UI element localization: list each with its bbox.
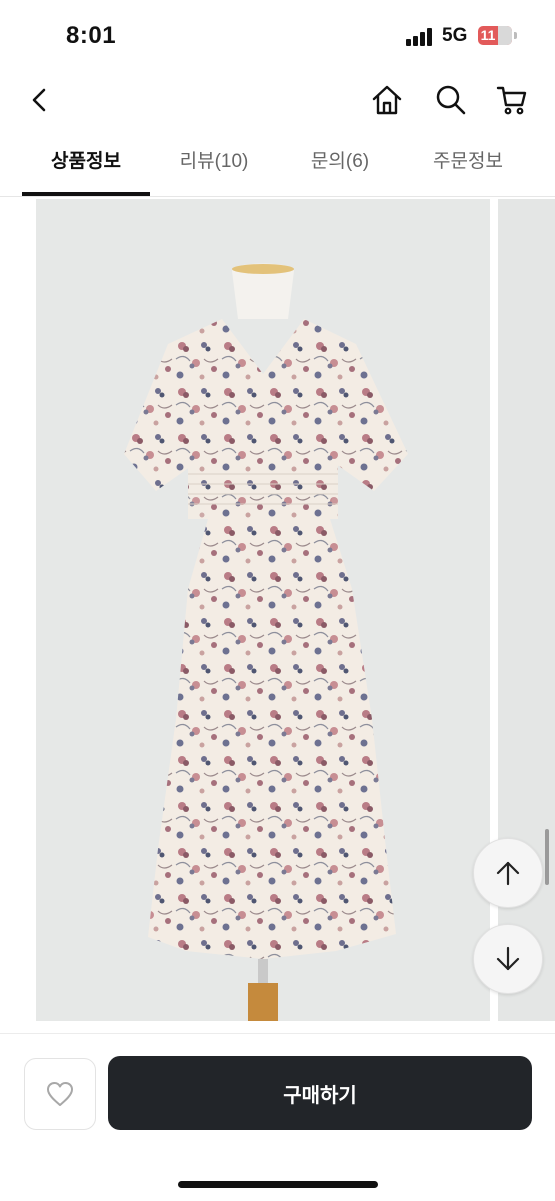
- status-bar: 8:01 5G 11: [0, 0, 555, 70]
- tab-reviews[interactable]: 리뷰(10): [152, 130, 276, 196]
- tab-product-info[interactable]: 상품정보: [22, 130, 150, 196]
- signal-icon: [406, 28, 436, 46]
- arrow-down-icon: [496, 946, 520, 971]
- scroll-up-button[interactable]: [473, 838, 543, 908]
- cart-icon: [496, 86, 527, 115]
- home-button[interactable]: [365, 78, 409, 122]
- scroll-down-button[interactable]: [473, 924, 543, 994]
- back-button[interactable]: [18, 78, 62, 122]
- chevron-left-icon: [32, 88, 46, 112]
- search-button[interactable]: [429, 78, 473, 122]
- scrollbar-thumb[interactable]: [545, 829, 549, 885]
- tab-inquiries[interactable]: 문의(6): [280, 130, 400, 196]
- battery-cap: [514, 32, 517, 39]
- tab-order-info[interactable]: 주문정보: [404, 130, 532, 196]
- search-icon: [436, 85, 466, 115]
- heart-icon: [47, 1082, 73, 1106]
- active-tab-indicator: [22, 192, 150, 196]
- network-label: 5G: [442, 25, 468, 46]
- arrow-up-icon: [496, 861, 520, 886]
- bottom-action-bar: 구매하기: [0, 1033, 555, 1201]
- buy-button[interactable]: 구매하기: [108, 1056, 532, 1130]
- status-time: 8:01: [66, 22, 117, 49]
- home-indicator: [178, 1181, 378, 1188]
- home-icon: [372, 85, 402, 115]
- like-button[interactable]: [24, 1058, 96, 1130]
- battery-icon: 11: [478, 26, 512, 45]
- product-image-carousel[interactable]: [0, 197, 555, 1023]
- product-image[interactable]: [36, 199, 490, 1021]
- nav-bar: [0, 70, 555, 130]
- battery-level: 11: [480, 27, 496, 43]
- dress-on-mannequin-image: [36, 199, 490, 1021]
- product-tabs: 상품정보 리뷰(10) 문의(6) 주문정보: [0, 130, 555, 197]
- cart-button[interactable]: [490, 78, 534, 122]
